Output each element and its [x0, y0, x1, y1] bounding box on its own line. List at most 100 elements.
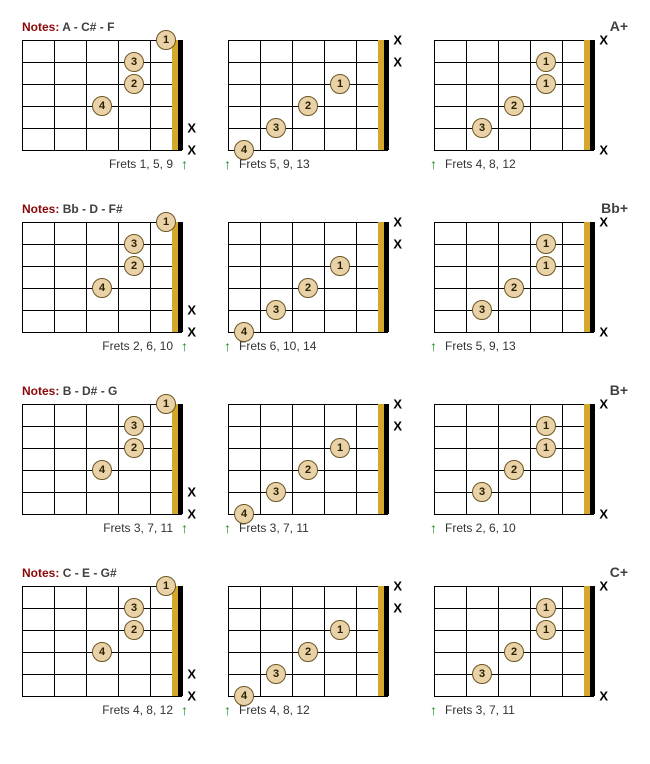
mute-mark: X: [187, 689, 196, 704]
finger-dot: 2: [504, 642, 524, 662]
finger-dot: 1: [330, 256, 350, 276]
finger-dot: 1: [330, 620, 350, 640]
arrow-icon: ↑: [224, 702, 231, 718]
finger-dot: 4: [234, 322, 254, 342]
finger-dot: 1: [536, 416, 556, 436]
chord-diagram: 1234XX↑Frets 5, 9, 13: [224, 40, 394, 172]
mute-mark: X: [393, 237, 402, 252]
notes-value: B - D# - G: [63, 384, 118, 398]
row-header: Notes: B - D# - G B+: [18, 382, 632, 398]
fret-positions: Frets 4, 8, 12: [102, 703, 173, 717]
chord-diagram: 1324XX↑Frets 4, 8, 12: [18, 586, 188, 718]
diagram-footer: ↑ Frets 2, 6, 10: [430, 520, 600, 536]
fret-positions: Frets 3, 7, 11: [103, 521, 173, 535]
mute-mark: X: [187, 121, 196, 136]
mute-mark: X: [393, 55, 402, 70]
finger-dot: 4: [234, 686, 254, 706]
diagram-footer: ↑ Frets 3, 7, 11: [430, 702, 600, 718]
diagram-footer: ↑Frets 3, 7, 11: [224, 520, 394, 536]
notes-prefix: Notes:: [22, 202, 59, 216]
finger-dot: 1: [156, 576, 176, 596]
chord-diagram: 1123XX↑Frets 4, 8, 12: [430, 40, 600, 172]
arrow-icon: ↑: [430, 156, 437, 172]
mute-mark: X: [187, 303, 196, 318]
arrow-icon: ↑: [224, 156, 231, 172]
chord-row: Notes: Bb - D - F#Bb+1324XX↑Frets 2, 6, …: [18, 200, 632, 354]
mute-mark: X: [599, 579, 608, 594]
diagram-footer: ↑Frets 1, 5, 9: [18, 156, 188, 172]
diagram-footer: ↑ Frets 4, 8, 12: [430, 156, 600, 172]
fret-positions: Frets 3, 7, 11: [239, 521, 309, 535]
mute-mark: X: [187, 143, 196, 158]
mute-mark: X: [393, 601, 402, 616]
notes-prefix: Notes:: [22, 384, 59, 398]
finger-dot: 3: [472, 118, 492, 138]
chord-diagram: 1123XX↑Frets 3, 7, 11: [430, 586, 600, 718]
diagram-footer: ↑Frets 5, 9, 13: [430, 338, 600, 354]
finger-dot: 3: [124, 52, 144, 72]
chord-diagram: 1324XX↑Frets 3, 7, 11: [18, 404, 188, 536]
finger-dot: 1: [156, 30, 176, 50]
finger-dot: 1: [536, 438, 556, 458]
finger-dot: 3: [266, 118, 286, 138]
finger-dot: 3: [124, 234, 144, 254]
chord-diagram: 1234XX↑Frets 4, 8, 12: [224, 586, 394, 718]
finger-dot: 4: [92, 460, 112, 480]
finger-dot: 4: [92, 278, 112, 298]
finger-dot: 2: [298, 460, 318, 480]
diagram-footer: ↑Frets 5, 9, 13: [224, 156, 394, 172]
chord-name: B+: [610, 382, 628, 398]
finger-dot: 3: [124, 598, 144, 618]
arrow-icon: ↑: [430, 702, 437, 718]
mute-mark: X: [599, 143, 608, 158]
finger-dot: 3: [266, 482, 286, 502]
diagram-footer: ↑Frets 2, 6, 10: [18, 338, 188, 354]
arrow-icon: ↑: [181, 338, 188, 354]
mute-mark: X: [599, 507, 608, 522]
mute-mark: X: [187, 325, 196, 340]
finger-dot: 1: [156, 394, 176, 414]
finger-dot: 1: [536, 620, 556, 640]
mute-mark: X: [393, 215, 402, 230]
notes-value: C - E - G#: [63, 566, 117, 580]
chord-name: A+: [610, 18, 628, 34]
arrow-icon: ↑: [224, 338, 231, 354]
fret-positions: Frets 2, 6, 10: [445, 521, 516, 535]
diagram-footer: ↑ Frets 3, 7, 11: [18, 520, 188, 536]
row-header: Notes: Bb - D - F#Bb+: [18, 200, 632, 216]
finger-dot: 2: [504, 460, 524, 480]
row-header: Notes: A - C# - FA+: [18, 18, 632, 34]
fret-positions: Frets 4, 8, 12: [445, 157, 516, 171]
fret-positions: Frets 3, 7, 11: [445, 703, 515, 717]
notes-value: A - C# - F: [62, 20, 114, 34]
mute-mark: X: [599, 33, 608, 48]
finger-dot: 1: [536, 598, 556, 618]
finger-dot: 1: [536, 234, 556, 254]
mute-mark: X: [187, 485, 196, 500]
arrow-icon: ↑: [430, 338, 437, 354]
finger-dot: 2: [298, 278, 318, 298]
diagram-footer: ↑Frets 4, 8, 12: [18, 702, 188, 718]
chord-diagram: 1234XX↑Frets 6, 10, 14: [224, 222, 394, 354]
chord-diagram: 1324XX↑Frets 1, 5, 9: [18, 40, 188, 172]
fret-positions: Frets 6, 10, 14: [239, 339, 316, 353]
arrow-icon: ↑: [181, 520, 188, 536]
finger-dot: 1: [156, 212, 176, 232]
finger-dot: 1: [536, 256, 556, 276]
finger-dot: 3: [472, 482, 492, 502]
finger-dot: 1: [536, 74, 556, 94]
mute-mark: X: [393, 579, 402, 594]
finger-dot: 2: [124, 620, 144, 640]
chord-diagram: 1123XX↑Frets 2, 6, 10: [430, 404, 600, 536]
mute-mark: X: [599, 215, 608, 230]
finger-dot: 2: [504, 96, 524, 116]
finger-dot: 2: [124, 438, 144, 458]
diagram-footer: ↑ Frets 6, 10, 14: [224, 338, 394, 354]
notes-value: Bb - D - F#: [63, 202, 123, 216]
finger-dot: 3: [472, 300, 492, 320]
arrow-icon: ↑: [430, 520, 437, 536]
arrow-icon: ↑: [181, 156, 188, 172]
finger-dot: 3: [124, 416, 144, 436]
diagram-footer: ↑Frets 4, 8, 12: [224, 702, 394, 718]
notes-prefix: Notes:: [22, 566, 59, 580]
